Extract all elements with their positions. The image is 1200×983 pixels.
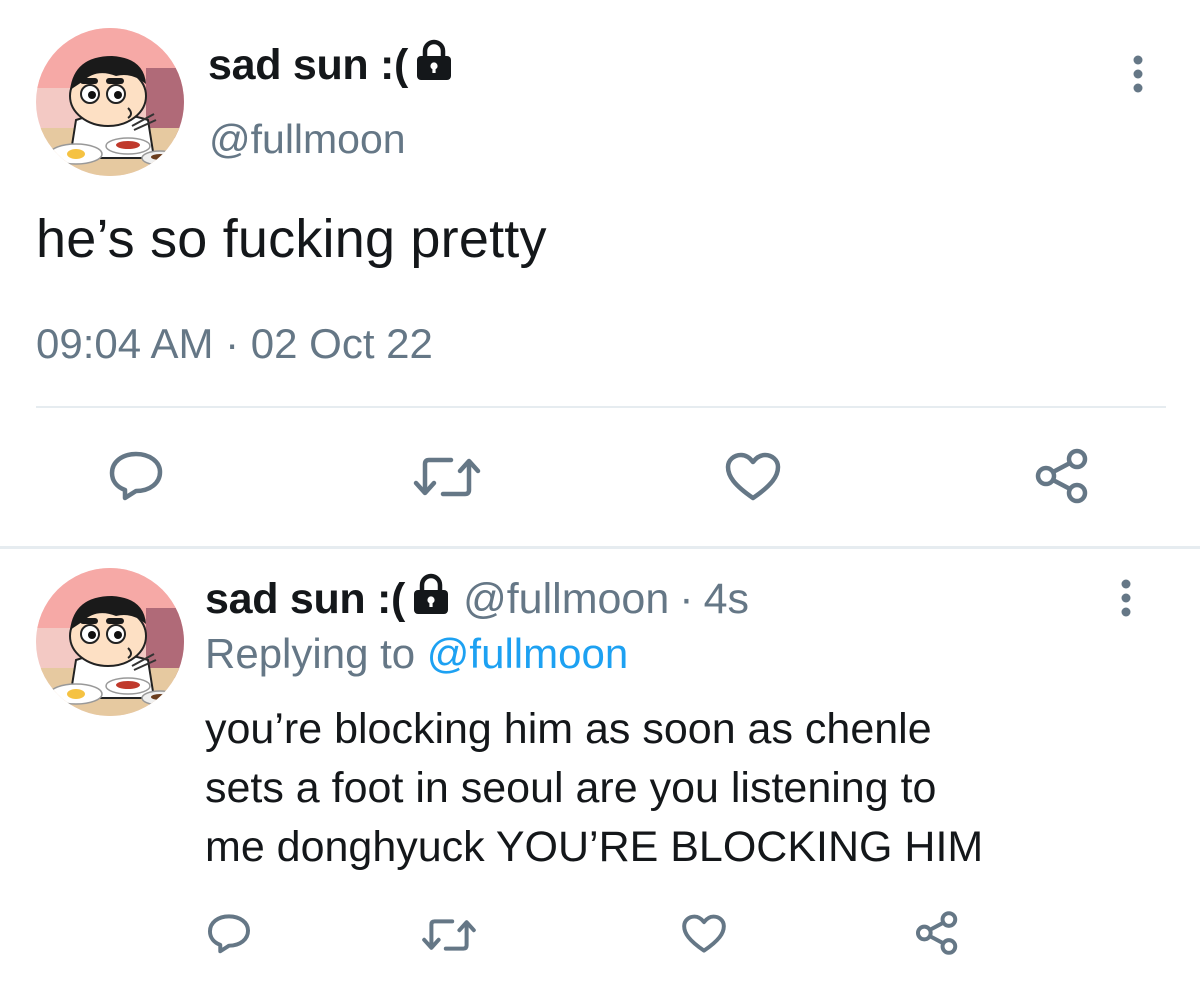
share-icon[interactable] xyxy=(914,910,960,956)
tweet-time[interactable]: 4s xyxy=(704,575,749,624)
heart-icon[interactable] xyxy=(681,914,727,954)
replying-to: Replying to @fullmoon xyxy=(205,630,628,678)
display-name[interactable]: sad sun :( xyxy=(208,38,454,93)
lock-icon xyxy=(414,38,454,93)
retweet-icon[interactable] xyxy=(420,915,478,955)
replying-mention-link[interactable]: @fullmoon xyxy=(427,630,628,677)
replying-label: Replying to xyxy=(205,630,416,677)
reply-icon[interactable] xyxy=(206,912,252,954)
display-name[interactable]: sad sun :( xyxy=(205,575,405,624)
section-separator xyxy=(0,546,1200,549)
avatar[interactable] xyxy=(36,568,184,716)
retweet-icon[interactable] xyxy=(411,452,483,502)
heart-icon[interactable] xyxy=(724,452,782,502)
tweet-text: you’re blocking him as soon as chenle se… xyxy=(205,705,984,871)
tweet-text: he’s so fucking pretty xyxy=(36,209,547,269)
more-vertical-icon[interactable] xyxy=(1113,578,1139,618)
cartoon-boy-avatar-icon xyxy=(36,28,184,176)
lock-icon xyxy=(411,572,451,627)
more-vertical-icon[interactable] xyxy=(1125,54,1151,94)
share-icon[interactable] xyxy=(1034,447,1090,505)
reply-icon[interactable] xyxy=(107,449,165,501)
reply-header: sad sun :( @fullmoon · 4s xyxy=(205,572,749,627)
cartoon-boy-avatar-icon xyxy=(36,568,184,716)
handle[interactable]: @fullmoon xyxy=(463,575,669,624)
display-name-text: sad sun :( xyxy=(208,41,409,89)
avatar[interactable] xyxy=(36,28,184,176)
handle[interactable]: @fullmoon xyxy=(209,116,406,163)
divider xyxy=(36,406,1166,408)
tweet-timestamp[interactable]: 09:04 AM · 02 Oct 22 xyxy=(36,320,433,368)
separator-dot: · xyxy=(679,575,694,623)
